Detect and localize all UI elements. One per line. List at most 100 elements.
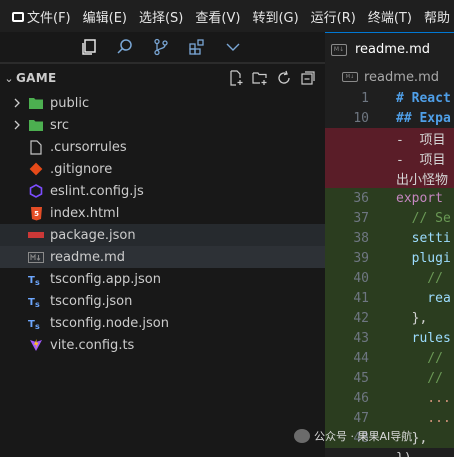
- code-line: - 项目: [325, 148, 454, 168]
- extensions-icon[interactable]: [186, 36, 208, 58]
- source-control-icon[interactable]: [150, 36, 172, 58]
- line-number: 47: [353, 410, 369, 426]
- view-switcher: [0, 32, 325, 62]
- chevron-right-icon: [10, 98, 24, 108]
- tree-file[interactable]: Ts tsconfig.node.json: [0, 312, 325, 334]
- menu-item[interactable]: 编辑(E): [77, 7, 133, 26]
- tree-file[interactable]: Ts tsconfig.json: [0, 290, 325, 312]
- collapse-all-icon[interactable]: [299, 69, 317, 87]
- tree-folder[interactable]: src: [0, 114, 325, 136]
- code-line: 36 export: [325, 188, 454, 208]
- refresh-icon[interactable]: [275, 69, 293, 87]
- tree-file[interactable]: 5 index.html: [0, 202, 325, 224]
- tree-folder[interactable]: public: [0, 92, 325, 114]
- line-number: 36: [353, 190, 369, 206]
- code-line: 44 //: [325, 348, 454, 368]
- chevron-down-icon[interactable]: [222, 36, 244, 58]
- code-text: }): [396, 451, 412, 457]
- line-number: 10: [353, 110, 369, 126]
- code-line: 39 plugi: [325, 248, 454, 268]
- tree-file[interactable]: .gitignore: [0, 158, 325, 180]
- markdown-icon: M↓: [342, 72, 358, 82]
- code-text: plugi: [396, 250, 451, 266]
- code-line: 10 ## Expa: [325, 108, 454, 128]
- search-icon[interactable]: [114, 36, 136, 58]
- svg-text:s: s: [35, 322, 40, 330]
- code-editor[interactable]: 1 # React 10 ## Expa - 项目 - 项目 36 export 37 // S…: [325, 88, 454, 457]
- menu-item[interactable]: 选择(S): [133, 7, 189, 26]
- svg-text:5: 5: [34, 210, 39, 218]
- code-line: 45 //: [325, 368, 454, 388]
- code-text: //: [396, 370, 443, 386]
- tree-file[interactable]: package.json: [0, 224, 325, 246]
- code-text: export: [396, 190, 443, 206]
- folder-src-icon: [28, 117, 44, 133]
- file-name: index.html: [50, 205, 120, 221]
- tree-file[interactable]: vite.config.ts: [0, 334, 325, 356]
- tree-file[interactable]: readme.md: [0, 246, 325, 268]
- file-name: tsconfig.node.json: [50, 315, 169, 331]
- code-line: 40 //: [325, 268, 454, 288]
- files-icon[interactable]: [78, 36, 100, 58]
- vite-icon: [28, 337, 44, 353]
- npm-icon: [28, 227, 44, 243]
- line-number: 45: [353, 370, 369, 386]
- code-text: rules: [396, 330, 451, 346]
- code-text: # React: [396, 90, 451, 106]
- svg-text:T: T: [28, 297, 35, 308]
- code-line: 1 # React: [325, 88, 454, 108]
- new-file-icon[interactable]: [227, 69, 245, 87]
- line-number: 39: [353, 250, 369, 266]
- menu-bar: 文件(F) 编辑(E) 选择(S) 查看(V) 转到(G) 运行(R) 终端(T) 帮助: [21, 7, 454, 26]
- markdown-icon: [28, 249, 44, 265]
- code-text: ...: [396, 390, 451, 406]
- menu-item[interactable]: 终端(T): [362, 7, 418, 26]
- watermark: 公众号 · 果果AI导航: [294, 428, 412, 444]
- file-name: eslint.config.js: [50, 183, 144, 199]
- line-number: 43: [353, 330, 369, 346]
- code-text: //: [396, 350, 443, 366]
- file-name: src: [50, 117, 69, 133]
- watermark-text: 公众号 · 果果AI导航: [314, 430, 413, 443]
- svg-text:s: s: [35, 278, 40, 286]
- code-text: setti: [396, 230, 451, 246]
- tsconfig-icon: Ts: [28, 293, 44, 309]
- code-line: 37 // Se: [325, 208, 454, 228]
- tree-file[interactable]: Ts tsconfig.app.json: [0, 268, 325, 290]
- file-name: .cursorrules: [50, 139, 127, 155]
- code-text: ## Expa: [396, 110, 451, 126]
- svg-text:s: s: [35, 300, 40, 308]
- code-text: - 项目: [396, 152, 446, 168]
- line-number: 41: [353, 290, 369, 306]
- line-number: 37: [353, 210, 369, 226]
- new-folder-icon[interactable]: [251, 69, 269, 87]
- file-name: public: [50, 95, 90, 111]
- menu-item[interactable]: 文件(F): [21, 7, 77, 26]
- code-text: ...: [396, 410, 451, 426]
- breadcrumb-file[interactable]: readme.md: [364, 70, 439, 85]
- file-icon: [28, 139, 44, 155]
- menu-item[interactable]: 查看(V): [189, 7, 246, 26]
- line-number: 42: [353, 310, 369, 326]
- tsconfig-icon: Ts: [28, 271, 44, 287]
- code-line-wrapped: 出小怪物: [325, 168, 454, 188]
- tab-readme[interactable]: M↓ readme.md: [325, 32, 454, 66]
- menu-item[interactable]: 运行(R): [305, 7, 362, 26]
- tab-label: readme.md: [355, 42, 430, 57]
- code-text: 出小怪物: [396, 172, 449, 188]
- chevron-right-icon: [10, 120, 24, 130]
- tree-file[interactable]: .cursorrules: [0, 136, 325, 158]
- code-text: //: [396, 270, 443, 286]
- line-number: 38: [353, 230, 369, 246]
- menu-item[interactable]: 转到(G): [246, 7, 304, 26]
- code-line: 42 },: [325, 308, 454, 328]
- menu-item[interactable]: 帮助: [418, 7, 454, 26]
- html-icon: 5: [28, 205, 44, 221]
- git-icon: [28, 161, 44, 177]
- line-number: 1: [361, 90, 369, 106]
- file-name: tsconfig.json: [50, 293, 133, 309]
- explorer-section-header[interactable]: ⌄ GAME: [0, 62, 325, 92]
- tree-file[interactable]: eslint.config.js: [0, 180, 325, 202]
- code-line: 47 ...: [325, 408, 454, 428]
- svg-text:T: T: [28, 275, 35, 286]
